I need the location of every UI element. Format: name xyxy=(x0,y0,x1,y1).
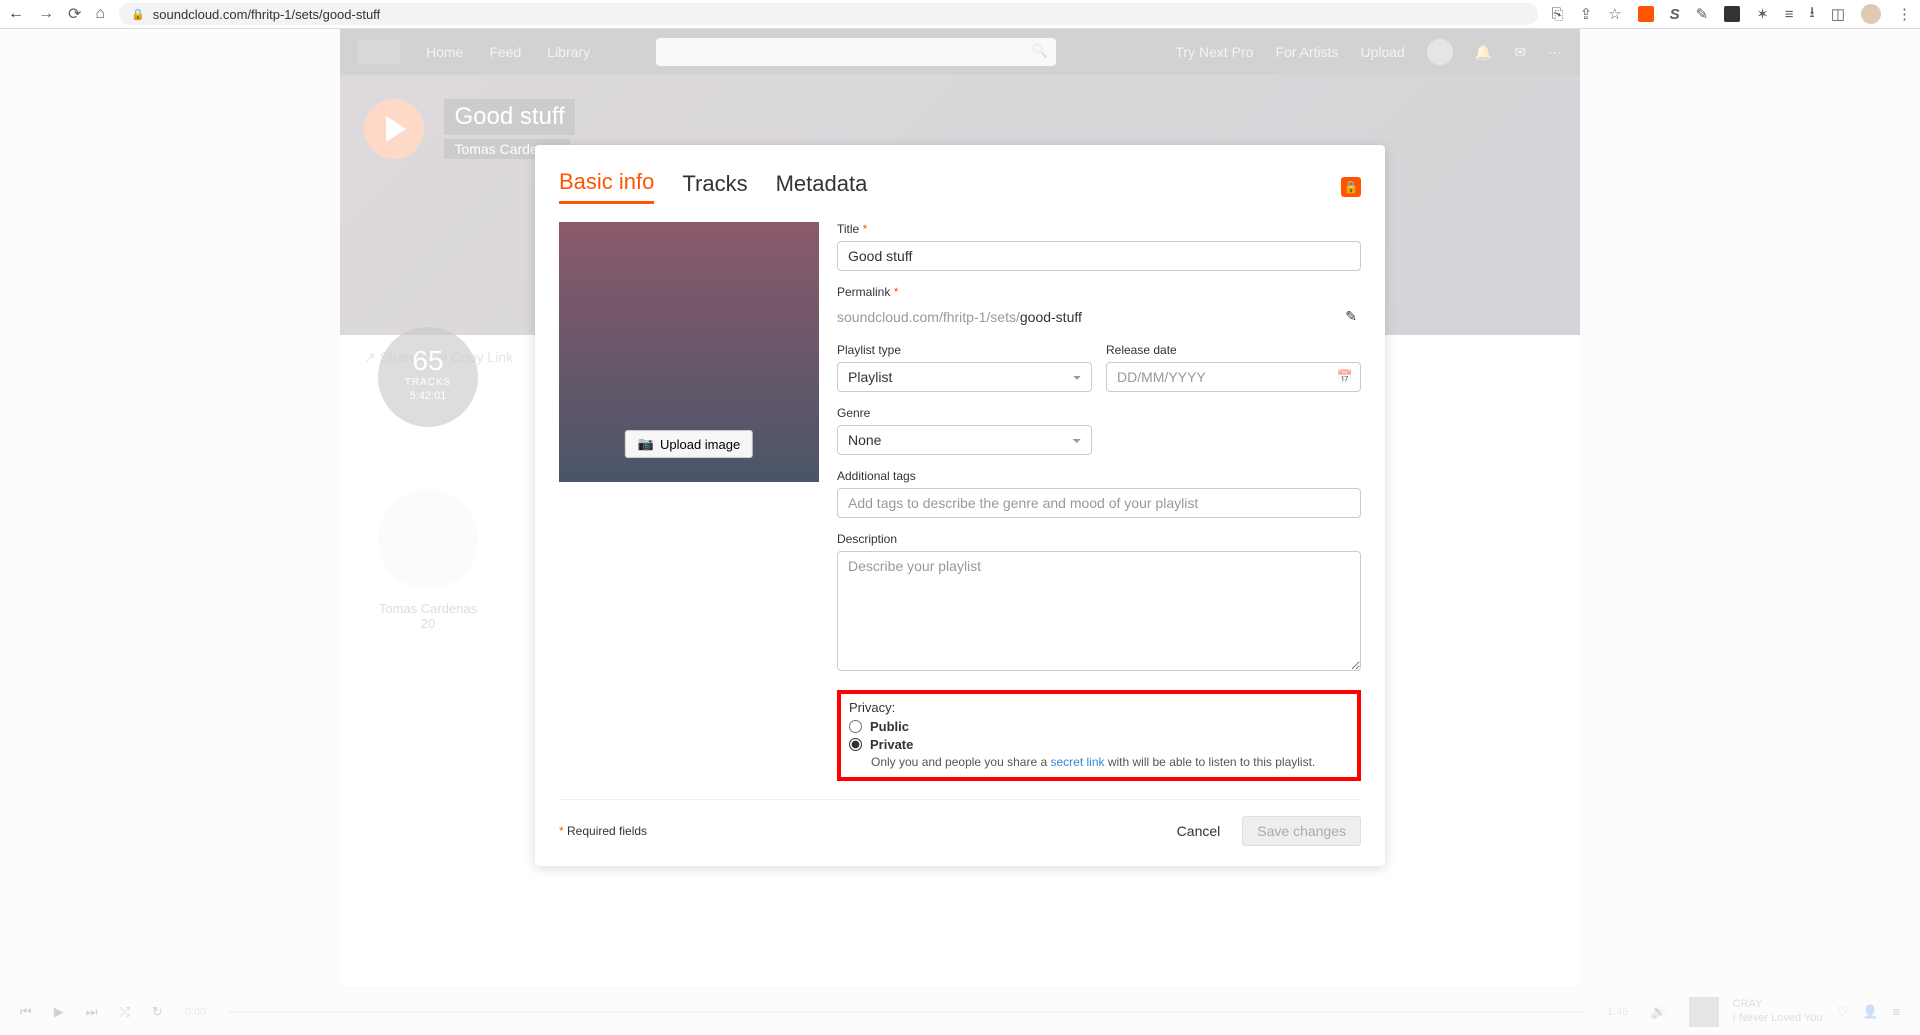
share-url-icon[interactable]: ⇪ xyxy=(1580,5,1593,23)
edit-permalink-icon[interactable]: ✎ xyxy=(1341,304,1361,329)
url-bar[interactable]: 🔒 soundcloud.com/fhritp-1/sets/good-stuf… xyxy=(119,3,1537,25)
privacy-public-radio[interactable] xyxy=(849,720,862,733)
tab-tracks[interactable]: Tracks xyxy=(682,171,747,203)
download-icon[interactable]: ⭳ xyxy=(1810,2,1815,27)
menu-icon[interactable]: ⋮ xyxy=(1897,5,1912,23)
install-icon[interactable]: ⎘ xyxy=(1552,6,1564,23)
privacy-private-desc: Only you and people you share a secret l… xyxy=(871,755,1349,769)
label-permalink: Permalink xyxy=(837,285,1361,299)
profile-avatar-icon[interactable] xyxy=(1861,4,1881,24)
edit-playlist-modal: Basic info Tracks Metadata 🔒 📷 Upload im… xyxy=(535,145,1385,866)
label-description: Description xyxy=(837,532,1361,546)
forward-icon[interactable]: → xyxy=(38,5,54,23)
sidepanel-icon[interactable]: ◫ xyxy=(1831,5,1845,23)
label-title: Title xyxy=(837,222,1361,236)
playlist-icon[interactable]: ≡ xyxy=(1785,6,1794,23)
genre-select[interactable]: None xyxy=(837,425,1092,455)
ext-misc-icon[interactable]: ✎ xyxy=(1696,5,1709,23)
label-release-date: Release date xyxy=(1106,343,1361,357)
extensions-icon[interactable]: ✶ xyxy=(1756,5,1769,23)
lock-badge-icon: 🔒 xyxy=(1341,177,1361,197)
playlist-type-select[interactable]: Playlist xyxy=(837,362,1092,392)
star-icon[interactable]: ☆ xyxy=(1608,5,1621,23)
home-icon[interactable]: ⌂ xyxy=(95,5,105,23)
tab-metadata[interactable]: Metadata xyxy=(776,171,868,203)
playlist-artwork: 📷 Upload image xyxy=(559,222,819,482)
required-note: * Required fields xyxy=(559,824,647,838)
ext-s-icon[interactable]: S xyxy=(1670,6,1680,23)
back-icon[interactable]: ← xyxy=(8,5,24,23)
lock-icon: 🔒 xyxy=(131,8,145,21)
save-button[interactable]: Save changes xyxy=(1242,816,1361,846)
privacy-private-label[interactable]: Private xyxy=(870,737,913,752)
privacy-label: Privacy: xyxy=(849,700,1349,715)
privacy-private-radio[interactable] xyxy=(849,738,862,751)
privacy-public-label[interactable]: Public xyxy=(870,719,909,734)
permalink-prefix: soundcloud.com/fhritp-1/sets/ xyxy=(837,309,1020,325)
tab-basic-info[interactable]: Basic info xyxy=(559,169,654,204)
camera-icon: 📷 xyxy=(638,436,654,452)
reload-icon[interactable]: ⟳ xyxy=(68,4,81,24)
permalink-slug: good-stuff xyxy=(1020,309,1082,325)
tags-input[interactable] xyxy=(837,488,1361,518)
ext-brave-icon[interactable] xyxy=(1724,6,1740,22)
secret-link[interactable]: secret link xyxy=(1050,755,1104,769)
url-text: soundcloud.com/fhritp-1/sets/good-stuff xyxy=(153,7,380,22)
label-genre: Genre xyxy=(837,406,1092,420)
privacy-section: Privacy: Public Private Only you and peo… xyxy=(837,690,1361,781)
release-date-input[interactable] xyxy=(1106,362,1361,392)
metamask-icon[interactable] xyxy=(1638,6,1654,22)
label-playlist-type: Playlist type xyxy=(837,343,1092,357)
label-tags: Additional tags xyxy=(837,469,1361,483)
description-textarea[interactable] xyxy=(837,551,1361,671)
title-input[interactable] xyxy=(837,241,1361,271)
browser-toolbar: ← → ⟳ ⌂ 🔒 soundcloud.com/fhritp-1/sets/g… xyxy=(0,0,1920,29)
upload-image-button[interactable]: 📷 Upload image xyxy=(625,430,753,458)
cancel-button[interactable]: Cancel xyxy=(1165,816,1233,846)
